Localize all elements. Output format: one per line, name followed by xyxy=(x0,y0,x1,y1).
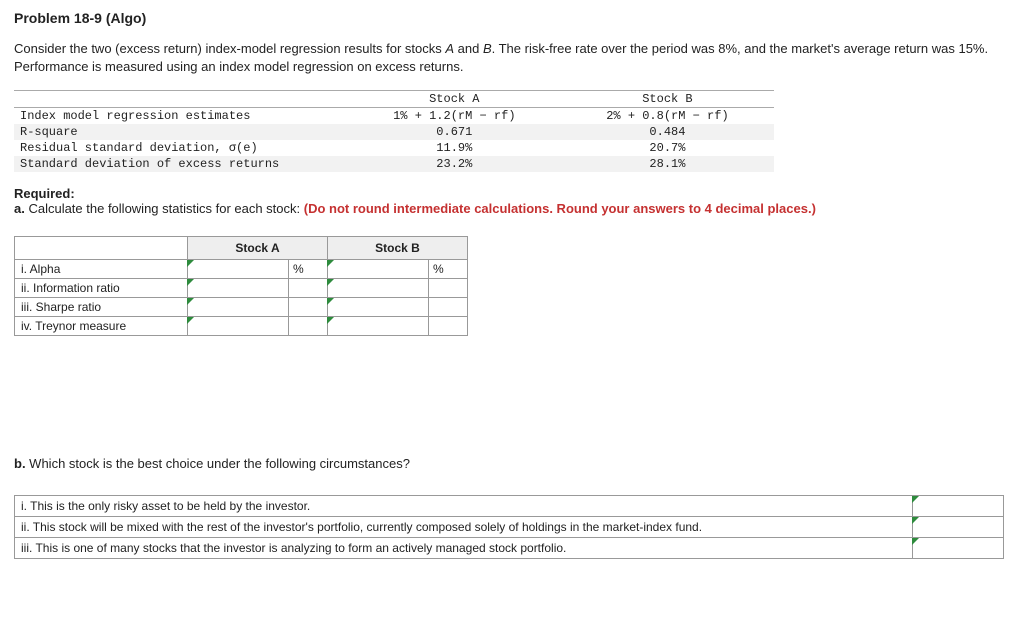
stock-b-ref: B xyxy=(483,41,492,56)
cell-value: 28.1% xyxy=(561,156,774,172)
problem-title: Problem 18-9 (Algo) xyxy=(14,10,1010,26)
row-label: Index model regression estimates xyxy=(14,108,348,125)
part-b-text: Which stock is the best choice under the… xyxy=(26,456,410,471)
scenario-3-select[interactable] xyxy=(913,538,1004,559)
scenario-1-select[interactable] xyxy=(913,496,1004,517)
ans-row-label: iv. Treynor measure xyxy=(15,317,188,336)
ans-row-label: iii. Sharpe ratio xyxy=(15,298,188,317)
info-ratio-stock-b-input[interactable] xyxy=(328,279,429,298)
instruction-red: (Do not round intermediate calculations.… xyxy=(304,201,816,216)
sharpe-stock-b-input[interactable] xyxy=(328,298,429,317)
intro-text: and xyxy=(454,41,483,56)
cell-value: 0.484 xyxy=(561,124,774,140)
part-a-text: Calculate the following statistics for e… xyxy=(25,201,304,216)
row-label: Residual standard deviation, σ(e) xyxy=(14,140,348,156)
stock-a-ref: A xyxy=(445,41,454,56)
percent-unit: % xyxy=(289,260,328,279)
treynor-stock-b-input[interactable] xyxy=(328,317,429,336)
sharpe-stock-a-input[interactable] xyxy=(188,298,289,317)
row-label: Standard deviation of excess returns xyxy=(14,156,348,172)
scenario-2-select[interactable] xyxy=(913,517,1004,538)
cell-value: 1% + 1.2(rM − rf) xyxy=(348,108,561,125)
ans-header-stock-b: Stock B xyxy=(328,237,468,260)
info-ratio-stock-a-input[interactable] xyxy=(188,279,289,298)
problem-intro: Consider the two (excess return) index-m… xyxy=(14,40,1010,76)
part-a-label: a. xyxy=(14,201,25,216)
col-header-stock-b: Stock B xyxy=(561,91,774,108)
regression-data-table: Stock A Stock B Index model regression e… xyxy=(14,90,774,172)
scenario-text: iii. This is one of many stocks that the… xyxy=(15,538,913,559)
cell-value: 23.2% xyxy=(348,156,561,172)
part-b-label: b. xyxy=(14,456,26,471)
required-heading: Required: xyxy=(14,186,75,201)
percent-unit: % xyxy=(429,260,468,279)
alpha-stock-a-input[interactable] xyxy=(188,260,289,279)
cell-value: 2% + 0.8(rM − rf) xyxy=(561,108,774,125)
cell-value: 0.671 xyxy=(348,124,561,140)
answer-table-part-b: i. This is the only risky asset to be he… xyxy=(14,495,1004,559)
ans-header-stock-a: Stock A xyxy=(188,237,328,260)
treynor-stock-a-input[interactable] xyxy=(188,317,289,336)
col-header-stock-a: Stock A xyxy=(348,91,561,108)
answer-table-part-a: Stock A Stock B i. Alpha % % ii. Informa… xyxy=(14,236,468,336)
ans-row-label: ii. Information ratio xyxy=(15,279,188,298)
part-b-question: b. Which stock is the best choice under … xyxy=(14,456,1010,471)
intro-text: Consider the two (excess return) index-m… xyxy=(14,41,445,56)
ans-row-label: i. Alpha xyxy=(15,260,188,279)
scenario-text: ii. This stock will be mixed with the re… xyxy=(15,517,913,538)
cell-value: 20.7% xyxy=(561,140,774,156)
scenario-text: i. This is the only risky asset to be he… xyxy=(15,496,913,517)
required-section: Required: a. Calculate the following sta… xyxy=(14,186,1010,216)
cell-value: 11.9% xyxy=(348,140,561,156)
row-label: R-square xyxy=(14,124,348,140)
alpha-stock-b-input[interactable] xyxy=(328,260,429,279)
